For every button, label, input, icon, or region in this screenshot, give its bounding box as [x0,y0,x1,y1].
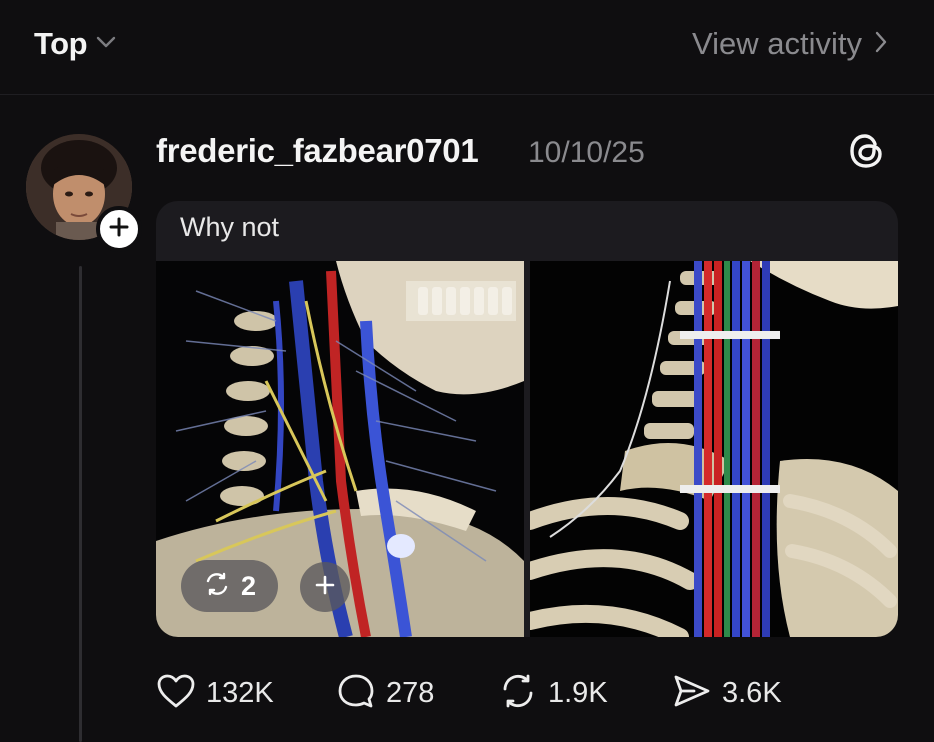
threads-feed-screen: Top View activity frederic_fazbear0701 1… [0,0,934,742]
like-count: 132K [206,676,274,709]
share-button[interactable]: 3.6K [672,668,782,718]
thread-line [79,266,82,742]
plus-icon [314,574,336,601]
plus-icon [108,216,130,243]
repost-count: 1.9K [548,676,608,709]
repost-button[interactable]: 1.9K [498,668,608,718]
chevron-down-icon [95,35,117,54]
add-button[interactable] [300,562,350,612]
top-bar: Top View activity [0,0,934,94]
media-image-anatomy-right[interactable] [530,261,898,637]
sort-label: Top [34,26,88,61]
repost-icon [498,672,538,715]
header-divider [0,94,934,95]
sort-dropdown[interactable]: Top [34,26,117,62]
view-activity-link[interactable]: View activity [692,26,888,62]
repost-icon [203,571,231,602]
reply-button[interactable]: 278 [336,668,434,718]
like-button[interactable]: 132K [156,668,274,718]
post-timestamp: 10/10/25 [528,136,645,169]
send-icon [672,673,712,714]
view-activity-label: View activity [692,26,862,61]
threads-logo-icon[interactable] [846,130,888,172]
comment-icon [336,672,376,715]
reply-count: 278 [386,676,435,709]
carousel-count-pill[interactable]: 2 [181,560,279,612]
post-caption: Why not [180,212,280,242]
username[interactable]: frederic_fazbear0701 [156,132,479,170]
chevron-right-icon [874,30,888,59]
heart-icon [156,673,196,714]
carousel-count: 2 [241,570,257,601]
follow-button[interactable] [96,206,142,252]
share-count: 3.6K [722,676,782,709]
